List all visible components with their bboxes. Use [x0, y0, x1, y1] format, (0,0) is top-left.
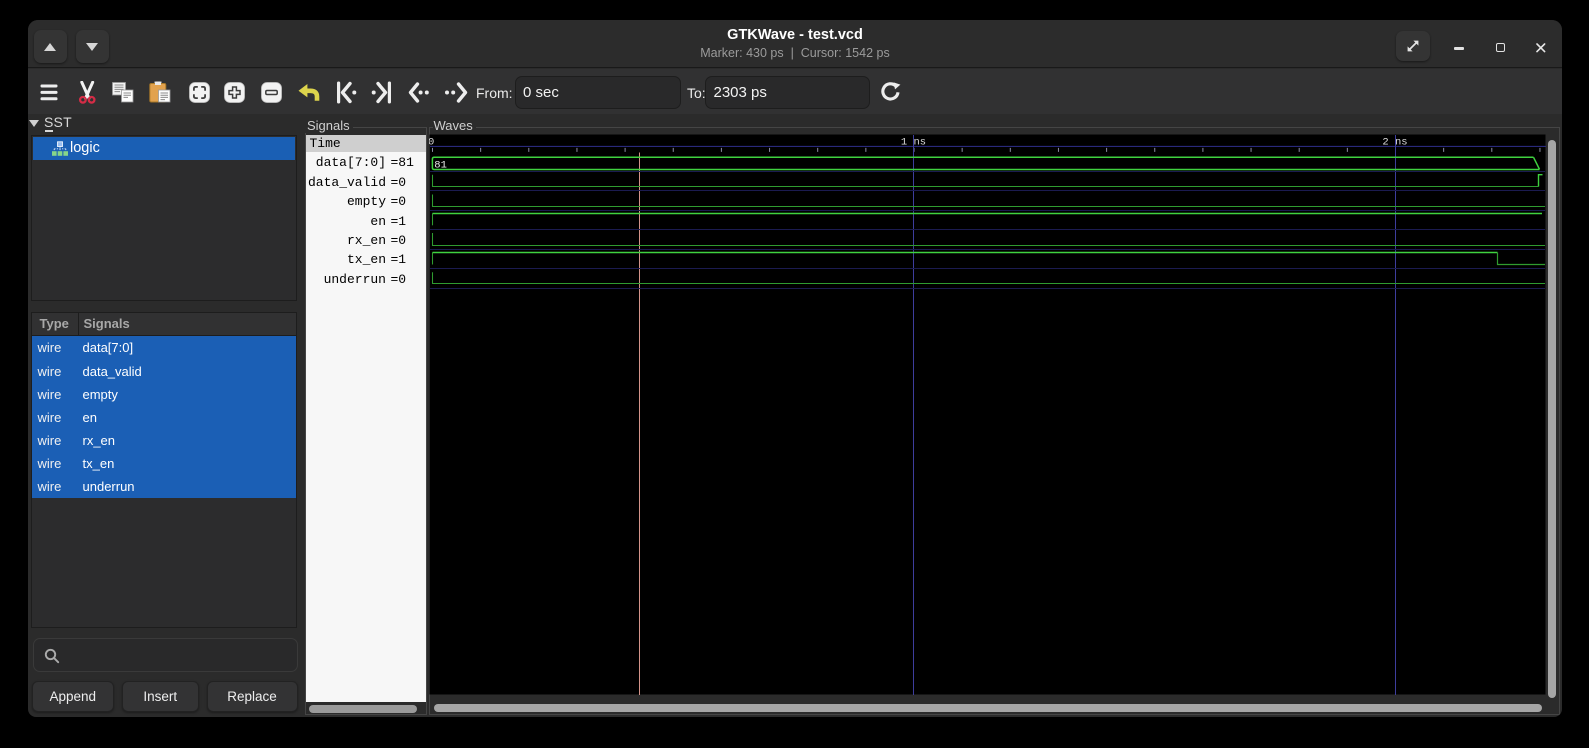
svg-text:81: 81 — [434, 159, 447, 171]
